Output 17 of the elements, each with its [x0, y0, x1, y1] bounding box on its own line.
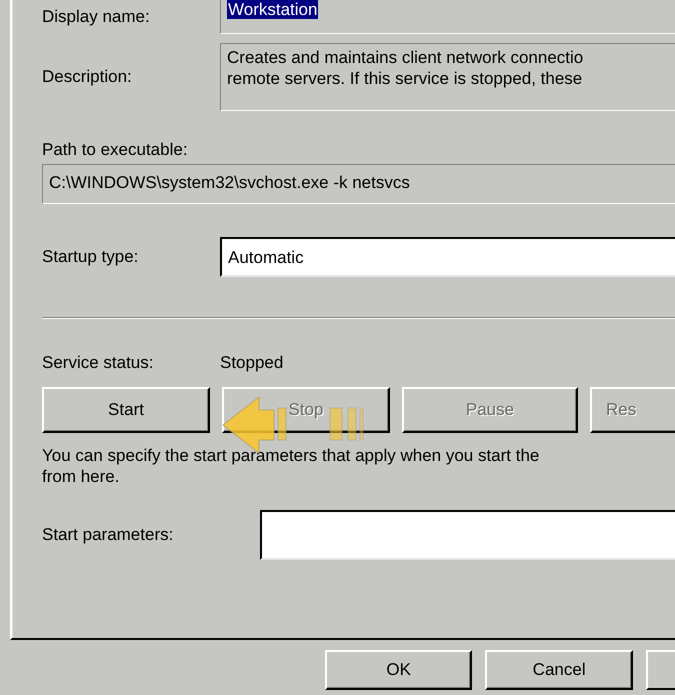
- cancel-button[interactable]: Cancel: [485, 650, 633, 690]
- start-parameters-hint: You can specify the start parameters that apply when you start the from here.: [42, 445, 540, 487]
- path-label: Path to executable:: [42, 140, 189, 160]
- description-label: Description:: [42, 67, 133, 87]
- display-name-label: Display name:: [42, 7, 151, 27]
- startup-type-dropdown[interactable]: Automatic: [220, 237, 675, 277]
- service-status-label: Service status:: [42, 353, 154, 373]
- start-parameters-label: Start parameters:: [42, 525, 174, 545]
- startup-type-label: Startup type:: [42, 247, 140, 267]
- start-parameters-field[interactable]: [260, 510, 675, 560]
- dialog-button[interactable]: [646, 650, 675, 690]
- description-field: Creates and maintains client network connectio remote servers. If this service is stopped, these: [220, 43, 675, 111]
- ok-button[interactable]: OK: [325, 650, 472, 690]
- start-button[interactable]: Start: [42, 387, 210, 433]
- path-field: C:\WINDOWS\system32\svchost.exe -k netsvcs: [42, 164, 675, 204]
- display-name-field[interactable]: Workstation: [227, 0, 318, 19]
- service-status-value: Stopped: [220, 353, 284, 373]
